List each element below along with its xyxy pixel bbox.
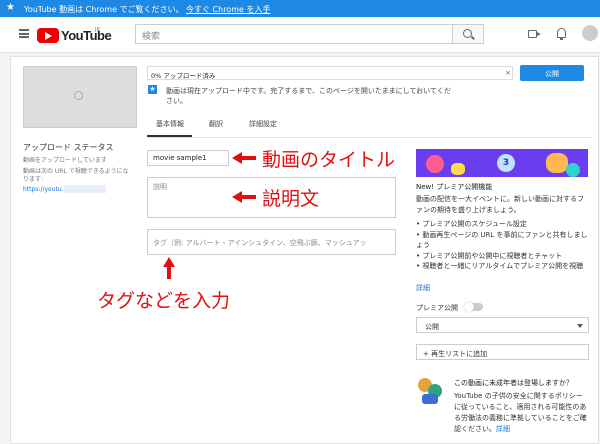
kids-question: この動画に未成年者は登場しますか？	[454, 379, 573, 387]
list-item: • 動画再生ページの URL を事前にファンと共有しましょう	[416, 230, 588, 250]
premiere-toggle[interactable]	[464, 302, 483, 312]
banner-character-1	[426, 155, 444, 173]
upload-status-title: アップロード ステータス	[23, 143, 114, 152]
title-arrow-icon	[232, 152, 256, 164]
promo-message: YouTube 動画は Chrome でご覧ください。	[24, 5, 184, 14]
description-arrow-icon	[232, 191, 256, 203]
description-annotation: 説明文	[262, 188, 320, 210]
tags-input[interactable]: タグ（例: アルバート・アインシュタイン、空飛ぶ豚、マッシュアッ	[147, 229, 396, 255]
avatar[interactable]	[582, 25, 598, 41]
banner-character-3	[546, 153, 568, 173]
list-item: • プレミア公開のスケジュール設定	[416, 220, 527, 228]
tabs-divider	[147, 137, 593, 138]
add-to-playlist-button[interactable]: + 再生リストに追加	[416, 344, 589, 360]
search-icon	[463, 29, 472, 38]
star-icon: ★	[6, 2, 15, 13]
chevron-down-icon	[577, 324, 583, 328]
loading-spinner-icon	[74, 91, 83, 100]
list-item: • プレミア公開前や公開中に視聴者とチャット	[416, 251, 563, 260]
visibility-select[interactable]: 公開	[416, 317, 589, 333]
kids-safety-icon	[418, 378, 442, 404]
title-input[interactable]: movie sample1	[147, 150, 229, 166]
get-chrome-link[interactable]: 今すぐ Chrome を入手	[186, 4, 270, 15]
visibility-value: 公開	[425, 323, 439, 331]
tab-advanced-settings[interactable]: 詳細設定	[249, 119, 277, 129]
cancel-upload-icon[interactable]: ×	[505, 69, 511, 77]
kids-details-link[interactable]: 詳細	[496, 425, 510, 433]
create-video-icon[interactable]	[528, 30, 541, 38]
tags-annotation: タグなどを入力	[97, 290, 231, 312]
premiere-toggle-label: プレミア公開	[416, 304, 458, 312]
video-url-label: 動画は次の URL で視聴できるようになります:	[23, 168, 129, 183]
publish-button[interactable]: 公開	[520, 65, 584, 81]
tab-translation[interactable]: 翻訳	[209, 119, 223, 129]
premiere-banner-image: 3	[416, 149, 588, 177]
chrome-promo-bar: ★ YouTube 動画は Chrome でご覧ください。 今すぐ Chrome…	[0, 0, 600, 17]
menu-icon[interactable]	[19, 29, 29, 38]
logo-text: YouTube	[61, 28, 112, 43]
search-input[interactable]: 検索	[135, 24, 453, 44]
upload-progress-bar: 0% アップロード済み	[147, 66, 513, 80]
video-url-redacted	[64, 185, 106, 193]
premiere-details-link[interactable]: 詳細	[416, 283, 430, 293]
info-star-icon: ★	[148, 85, 157, 94]
upload-info-message: 動画は現在アップロード中です。完了するまで、このページを開いたままにしておいてく…	[166, 87, 451, 105]
countdown-badge: 3	[497, 154, 515, 172]
search-button[interactable]	[453, 24, 484, 44]
list-item: • 視聴者と一緒にリアルタイムでプレミア公開を視聴	[416, 262, 584, 270]
tags-arrow-icon	[163, 257, 175, 279]
kids-description: YouTube の子供の安全に関するポリシーに従っていること、適用される可能性の…	[454, 391, 588, 435]
play-icon	[37, 28, 59, 43]
notifications-icon[interactable]	[557, 28, 566, 40]
kids-icon-part	[422, 394, 438, 404]
tab-basic-info[interactable]: 基本情報	[156, 119, 184, 129]
logo-region: JP	[95, 27, 100, 33]
title-annotation: 動画のタイトル	[262, 149, 396, 171]
banner-character-4	[566, 163, 580, 177]
premiere-description: 動画の配信を一大イベントに。新しい動画に対するファンの期待を盛り上げましょう。	[416, 195, 584, 214]
premiere-title: New! プレミア公開機能	[416, 183, 493, 191]
banner-character-2	[451, 163, 465, 175]
kids-description-text: YouTube の子供の安全に関するポリシーに従っていること、適用される可能性の…	[454, 392, 587, 433]
upload-status-subtitle: 動画をアップロードしています	[23, 157, 107, 164]
premiere-feature-list: • プレミア公開のスケジュール設定 • 動画再生ページの URL を事前にファン…	[416, 219, 590, 272]
